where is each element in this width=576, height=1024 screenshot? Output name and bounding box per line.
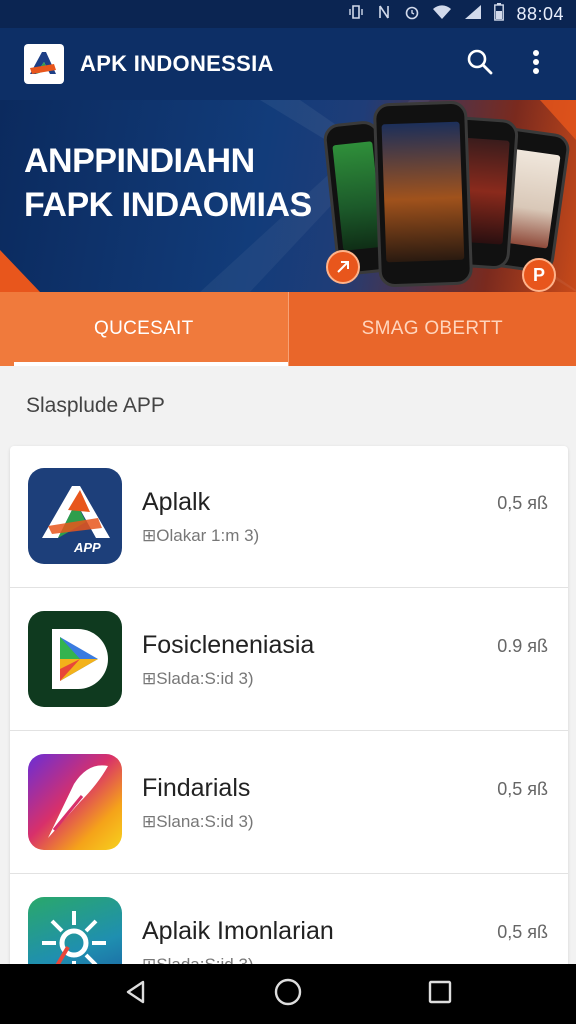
wifi-icon	[432, 4, 452, 24]
app-icon-label: APP	[74, 540, 101, 555]
more-vert-icon	[532, 49, 540, 80]
recents-icon	[427, 979, 453, 1010]
app-size: 0,5 яß	[497, 922, 548, 942]
search-button[interactable]	[458, 42, 502, 86]
app-subtitle: ⊞Slana:S:id 3)	[142, 812, 254, 831]
banner-phone-2	[372, 100, 474, 288]
app-list: APP Aplalk ⊞Olakar 1:m 3) 0,5 яß Fosicle…	[10, 446, 568, 976]
back-icon	[123, 979, 149, 1010]
signal-icon	[464, 4, 482, 24]
status-bar: 88:04	[0, 0, 576, 28]
promo-banner[interactable]: ANPPINDIAHN FAPK INDAOMIAS P	[0, 100, 576, 292]
tab-quick[interactable]: QUCESAIT	[0, 292, 288, 366]
back-button[interactable]	[106, 964, 166, 1024]
search-icon	[466, 48, 494, 81]
banner-badge-left	[326, 250, 360, 284]
app-icon-findarials	[28, 754, 122, 850]
recents-button[interactable]	[410, 964, 470, 1024]
banner-headline-1: ANPPINDIAHN	[24, 142, 255, 180]
tab-other[interactable]: SMAG OBERTT	[287, 292, 576, 366]
list-item[interactable]: Findarials ⊞Slana:S:id 3) 0,5 яß	[10, 732, 568, 874]
section-title: Slasplude APP	[26, 394, 165, 417]
overflow-menu-button[interactable]	[514, 42, 558, 86]
app-size: 0,5 яß	[497, 779, 548, 799]
app-subtitle: ⊞Olakar 1:m 3)	[142, 526, 260, 545]
app-name: Findarials	[142, 774, 251, 802]
home-button[interactable]	[258, 964, 318, 1024]
vibrate-icon	[348, 4, 364, 24]
list-item[interactable]: Aplaik Imonlarian ⊞Slada:S:id 3) 0,5 яß	[10, 875, 568, 976]
app-bar: APK INDONESSIA	[0, 28, 576, 100]
home-icon	[273, 977, 303, 1012]
banner-badge-p: P	[522, 258, 556, 292]
navigation-bar	[0, 964, 576, 1024]
list-item[interactable]: APP Aplalk ⊞Olakar 1:m 3) 0,5 яß	[10, 446, 568, 588]
app-name: Aplaik Imonlarian	[142, 917, 334, 945]
app-size: 0,5 яß	[497, 493, 548, 513]
app-icon-aplalk: APP	[28, 468, 122, 564]
app-size: 0.9 яß	[497, 636, 548, 656]
app-logo	[24, 44, 64, 84]
app-name: Fosicleneniasia	[142, 631, 315, 659]
app-icon-fosicleneniasia	[28, 611, 122, 707]
alarm-icon	[404, 4, 420, 24]
banner-headline-2: FAPK INDAOMIAS	[24, 186, 312, 224]
app-name: Aplalk	[142, 488, 211, 516]
app-title: APK INDONESSIA	[80, 51, 274, 76]
battery-icon	[494, 3, 505, 25]
app-subtitle: ⊞Slada:S:id 3)	[142, 669, 254, 688]
status-time: 88:04	[516, 3, 564, 24]
list-item[interactable]: Fosicleneniasia ⊞Slada:S:id 3) 0.9 яß	[10, 589, 568, 731]
nfc-icon	[376, 4, 392, 24]
tab-bar: QUCESAIT SMAG OBERTT	[0, 292, 576, 366]
